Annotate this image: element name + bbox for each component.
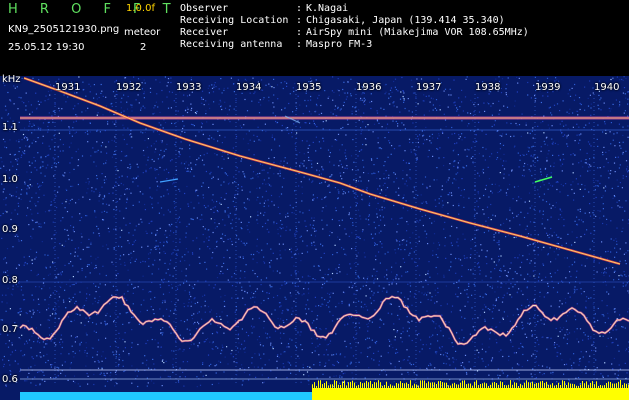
info-row-receiver: Receiver: AirSpy mini (Miakejima VOR 108.…	[180, 27, 529, 38]
info-colon: :	[296, 39, 303, 50]
info-colon: :	[296, 15, 303, 26]
info-key: Observer	[180, 3, 229, 14]
time-tick-label: 1936	[356, 82, 382, 93]
app-version: 1.0.0f	[126, 3, 155, 14]
info-value: Maspro FM-3	[306, 39, 373, 50]
timestamp: 25.05.12 19:30	[8, 42, 85, 53]
y-tick-label: 1.0	[2, 174, 18, 185]
info-key: Receiver	[180, 27, 229, 38]
time-tick-label: 1937	[416, 82, 442, 93]
info-row-antenna: Receiving antenna: Maspro FM-3	[180, 39, 372, 50]
info-value: Chigasaki, Japan (139.414 35.340)	[306, 15, 505, 26]
time-tick-label: 1935	[296, 82, 322, 93]
header-panel: H R O F F T 1.0.0f KN9_2505121930.png me…	[0, 0, 629, 76]
info-key: Receiving Location	[180, 15, 289, 26]
time-tick-label: 1939	[535, 82, 561, 93]
time-tick-label: 1940	[594, 82, 620, 93]
spectrogram-canvas	[0, 76, 629, 400]
info-value: K.Nagai	[306, 3, 349, 14]
time-tick-label: 1931	[55, 82, 81, 93]
spectrogram: kHz 1.1 1.0 0.9 0.8 0.7 0.6 1931 1932 19…	[0, 74, 629, 400]
y-tick-label: 1.1	[2, 122, 18, 133]
file-name: KN9_2505121930.png	[8, 24, 120, 35]
info-key: Receiving antenna	[180, 39, 283, 50]
meteor-label: meteor	[124, 27, 161, 38]
time-grid	[54, 94, 595, 384]
info-colon: :	[296, 3, 303, 14]
y-unit-label: kHz	[2, 74, 21, 85]
info-value: AirSpy mini (Miakejima VOR 108.65MHz)	[306, 27, 529, 38]
time-tick-label: 1938	[475, 82, 501, 93]
meteor-count: 2	[140, 42, 147, 53]
y-tick-label: 0.9	[2, 224, 18, 235]
info-row-location: Receiving Location: Chigasaki, Japan (139…	[180, 15, 505, 26]
y-tick-label: 0.6	[2, 374, 18, 385]
time-tick-label: 1933	[176, 82, 202, 93]
time-tick-label: 1934	[236, 82, 262, 93]
info-row-observer: Observer: K.Nagai	[180, 3, 348, 14]
time-tick-label: 1932	[116, 82, 142, 93]
info-colon: :	[296, 27, 303, 38]
bottom-band	[20, 380, 629, 400]
y-tick-label: 0.8	[2, 275, 18, 286]
y-tick-label: 0.7	[2, 324, 18, 335]
